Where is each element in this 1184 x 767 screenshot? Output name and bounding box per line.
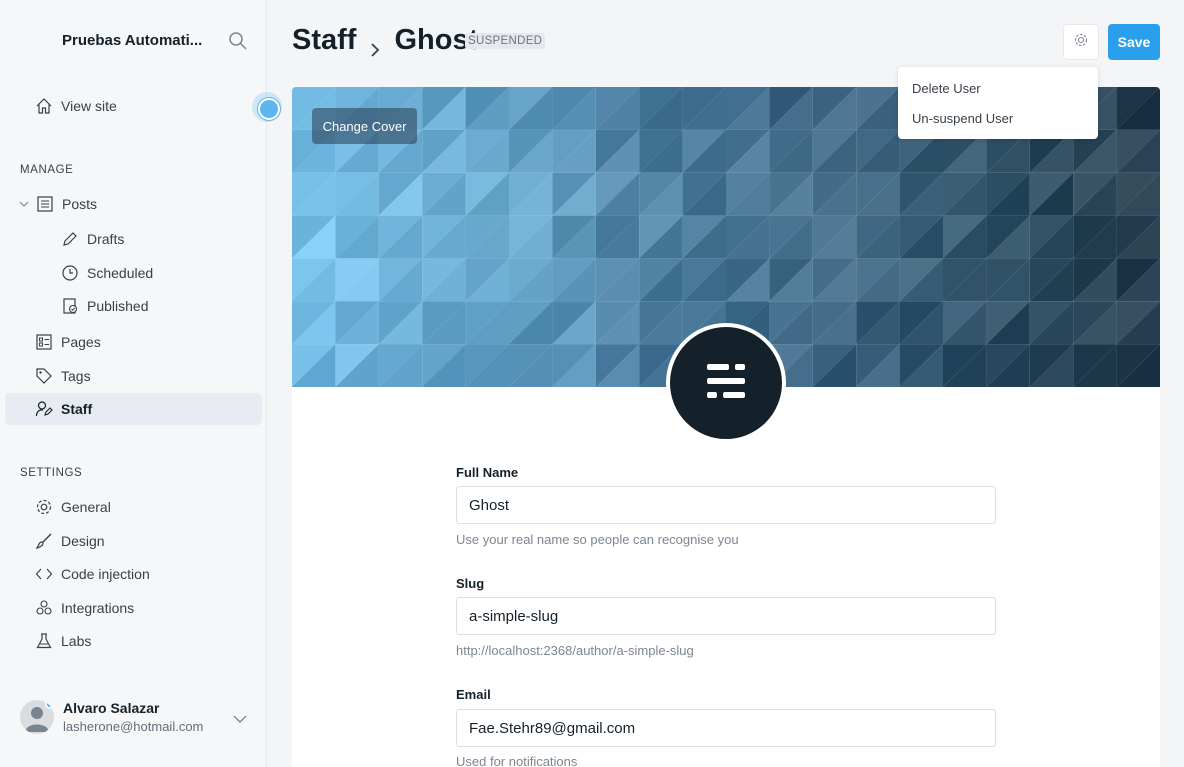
tour-pulse-indicator[interactable] (252, 92, 282, 122)
sidebar-item-label: Labs (61, 633, 92, 649)
sidebar-item-drafts[interactable]: Drafts (61, 224, 124, 254)
user-name[interactable]: Alvaro Salazar (63, 700, 160, 716)
sidebar-item-label: Staff (61, 401, 93, 417)
sidebar-item-label: View site (61, 98, 117, 114)
sidebar-item-published[interactable]: Published (61, 291, 149, 321)
sidebar-item-design[interactable]: Design (35, 526, 105, 556)
sidebar-item-integrations[interactable]: Integrations (35, 593, 134, 623)
sidebar-item-label: Design (61, 533, 105, 549)
chevron-down-icon[interactable] (18, 195, 30, 213)
ghost-logo-icon (705, 362, 747, 405)
site-title[interactable]: Pruebas Automati... (62, 32, 202, 49)
user-email: lasherone@hotmail.com (63, 719, 204, 734)
full-name-input[interactable]: Ghost (456, 486, 996, 524)
breadcrumb-staff[interactable]: Staff (292, 24, 356, 57)
sidebar: Pruebas Automati... View site MANAGE Pos… (0, 0, 267, 767)
sidebar-item-labs[interactable]: Labs (35, 626, 91, 656)
sidebar-item-code-injection[interactable]: Code injection (35, 559, 150, 589)
sidebar-item-tags[interactable]: Tags (35, 361, 91, 391)
save-button[interactable]: Save (1108, 24, 1160, 60)
sidebar-item-label: Code injection (61, 566, 150, 582)
tag-icon (35, 367, 53, 385)
sidebar-item-staff[interactable]: Staff (35, 394, 92, 424)
slug-label: Slug (456, 576, 485, 591)
full-name-label: Full Name (456, 465, 519, 480)
change-cover-button[interactable]: Change Cover (312, 108, 417, 144)
brush-icon (35, 532, 53, 550)
sidebar-item-pages[interactable]: Pages (35, 327, 101, 357)
page-title: Staff Ghost (292, 24, 478, 57)
pencil-icon (61, 230, 79, 248)
notification-dot (45, 700, 54, 709)
sidebar-item-label: Integrations (61, 600, 135, 616)
sidebar-item-label: Published (87, 298, 149, 314)
flask-icon (35, 632, 53, 650)
search-icon[interactable] (228, 31, 248, 51)
user-actions-dropdown: Delete User Un-suspend User (898, 67, 1098, 139)
sidebar-item-label: Posts (62, 196, 98, 212)
code-icon (35, 565, 53, 583)
status-badge: SUSPENDED (465, 33, 546, 49)
clock-icon (61, 264, 79, 282)
email-hint: Used for notifications (456, 754, 578, 767)
slug-hint: http://localhost:2368/author/a-simple-sl… (456, 643, 694, 658)
slug-input[interactable]: a-simple-slug (456, 597, 996, 635)
user-menu[interactable] (20, 700, 54, 734)
pages-icon (35, 333, 53, 351)
sidebar-item-label: General (61, 499, 111, 515)
settings-heading: SETTINGS (20, 467, 83, 479)
unsuspend-user-menu-item[interactable]: Un-suspend User (912, 111, 1013, 126)
sidebar-item-label: Scheduled (87, 265, 154, 281)
sidebar-item-general[interactable]: General (35, 492, 111, 522)
chevron-right-icon (368, 33, 382, 57)
sidebar-item-view-site[interactable]: View site (35, 91, 117, 121)
posts-icon (36, 195, 54, 213)
sidebar-item-label: Tags (61, 368, 91, 384)
staff-icon (35, 400, 53, 418)
profile-image[interactable] (666, 323, 786, 443)
delete-user-menu-item[interactable]: Delete User (912, 81, 981, 96)
gear-icon (35, 498, 53, 516)
user-actions-button[interactable] (1063, 24, 1099, 60)
sidebar-item-label: Pages (61, 334, 101, 350)
sidebar-item-posts[interactable]: Posts (18, 189, 97, 219)
gear-icon (1073, 32, 1089, 53)
email-input[interactable]: Fae.Stehr89@gmail.com (456, 709, 996, 747)
home-icon (35, 97, 53, 115)
manage-heading: MANAGE (20, 164, 74, 176)
published-icon (61, 297, 79, 315)
sidebar-item-label: Drafts (87, 231, 125, 247)
email-label: Email (456, 687, 491, 702)
avatar (20, 700, 54, 734)
full-name-hint: Use your real name so people can recogni… (456, 532, 739, 547)
chevron-down-icon[interactable] (232, 711, 248, 727)
integrations-icon (35, 599, 53, 617)
sidebar-item-scheduled[interactable]: Scheduled (61, 258, 153, 288)
